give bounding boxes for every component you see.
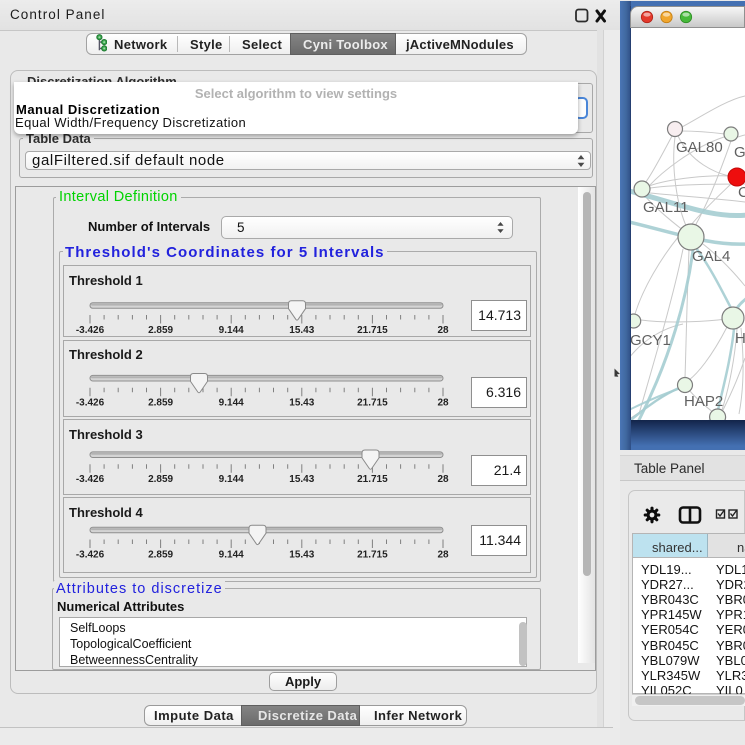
svg-text:-3.426: -3.426 <box>76 397 105 408</box>
svg-text:15.43: 15.43 <box>289 474 314 485</box>
svg-text:2.859: 2.859 <box>148 550 173 561</box>
svg-text:HAP2: HAP2 <box>684 393 723 410</box>
svg-text:15.43: 15.43 <box>289 325 314 336</box>
svg-text:21.715: 21.715 <box>357 325 388 336</box>
svg-text:GCY1: GCY1 <box>631 332 671 349</box>
svg-text:2.859: 2.859 <box>148 397 173 408</box>
svg-text:-3.426: -3.426 <box>76 474 105 485</box>
svg-text:GAL4: GAL4 <box>692 248 730 265</box>
svg-text:28: 28 <box>437 397 449 408</box>
svg-text:2.859: 2.859 <box>148 474 173 485</box>
svg-text:28: 28 <box>437 550 449 561</box>
svg-text:28: 28 <box>437 474 449 485</box>
svg-text:-3.426: -3.426 <box>76 325 105 336</box>
svg-text:9.144: 9.144 <box>219 397 244 408</box>
svg-text:21.715: 21.715 <box>357 397 388 408</box>
svg-text:9.144: 9.144 <box>219 474 244 485</box>
svg-text:-3.426: -3.426 <box>76 550 105 561</box>
svg-text:9.144: 9.144 <box>219 550 244 561</box>
svg-text:GAL80: GAL80 <box>676 139 723 156</box>
svg-text:21.715: 21.715 <box>357 474 388 485</box>
svg-text:GAL11: GAL11 <box>643 199 689 216</box>
svg-text:9.144: 9.144 <box>219 325 244 336</box>
svg-text:21.715: 21.715 <box>357 550 388 561</box>
svg-text:GA: GA <box>734 144 745 161</box>
svg-text:H: H <box>735 330 745 347</box>
svg-text:15.43: 15.43 <box>289 550 314 561</box>
svg-text:15.43: 15.43 <box>289 397 314 408</box>
svg-text:28: 28 <box>437 325 449 336</box>
svg-text:C: C <box>738 184 745 201</box>
svg-text:2.859: 2.859 <box>148 325 173 336</box>
